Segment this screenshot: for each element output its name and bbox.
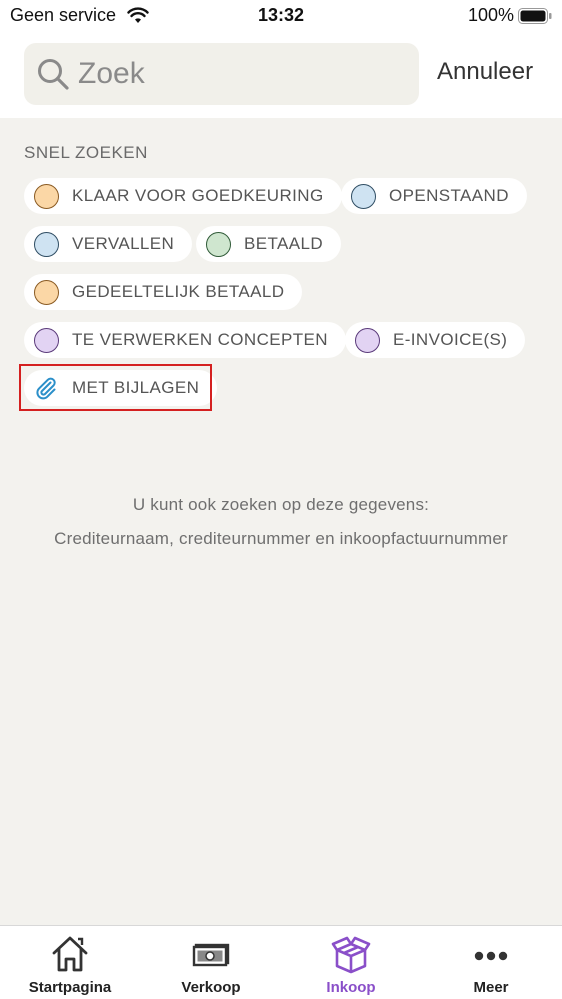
chip-label: OPENSTAAND (389, 186, 509, 205)
search-header: Annuleer (0, 32, 562, 118)
chip-label: E-INVOICE(S) (393, 330, 508, 349)
tab-inkoop[interactable]: Inkoop (281, 926, 421, 999)
status-dot-icon (351, 183, 376, 209)
tab-startpagina[interactable]: Startpagina (0, 926, 140, 999)
highlight-box (19, 364, 212, 411)
tab-label: Meer (473, 979, 509, 996)
tab-bar: Startpagina Verkoop Inkoop Meer (0, 925, 562, 999)
search-icon (38, 59, 69, 90)
battery-percentage: 100% (467, 5, 514, 25)
banknote-icon (192, 943, 230, 967)
chip-te-verwerken-concepten[interactable]: TE VERWERKEN CONCEPTEN (24, 322, 346, 358)
chip-label: KLAAR VOOR GOEDKEURING (72, 186, 324, 205)
tab-label: Inkoop (326, 979, 376, 996)
home-icon (52, 936, 88, 972)
chip-gedeeltelijk-betaald[interactable]: GEDEELTELIJK BETAALD (24, 274, 303, 310)
hint-line-1: U kunt ook zoeken op deze gegevens: (132, 495, 430, 514)
status-dot-icon (34, 231, 59, 257)
status-dot-icon (34, 327, 59, 353)
hint-line-2: Crediteurnaam, crediteurnummer en inkoop… (54, 529, 508, 548)
status-dot-icon (34, 183, 59, 209)
status-dot-icon (355, 327, 380, 353)
chip-label: TE VERWERKEN CONCEPTEN (72, 330, 328, 349)
chip-label: GEDEELTELIJK BETAALD (72, 282, 285, 301)
chip-klaar-voor-goedkeuring[interactable]: KLAAR VOOR GOEDKEURING (24, 178, 342, 214)
tab-verkoop[interactable]: Verkoop (141, 926, 281, 999)
tab-meer[interactable]: Meer (421, 926, 561, 999)
quick-search-title: SNEL ZOEKEN (24, 143, 148, 162)
battery-icon (518, 8, 552, 24)
box-icon (331, 936, 371, 974)
chip-betaald[interactable]: BETAALD (196, 226, 342, 262)
chip-openstaand[interactable]: OPENSTAAND (341, 178, 527, 214)
status-dot-icon (206, 231, 231, 257)
more-icon (474, 951, 508, 961)
status-dot-icon (34, 279, 59, 305)
search-box[interactable] (24, 43, 419, 105)
search-input[interactable] (78, 53, 408, 95)
chip-label: BETAALD (244, 234, 324, 253)
tab-label: Verkoop (181, 979, 241, 996)
status-bar: Geen service 13:32 100% (0, 0, 562, 32)
chip-label: VERVALLEN (72, 234, 175, 253)
cancel-button[interactable]: Annuleer (437, 58, 533, 86)
chip-vervallen[interactable]: VERVALLEN (24, 226, 193, 262)
tab-label: Startpagina (28, 979, 112, 996)
chip-e-invoices[interactable]: E-INVOICE(S) (345, 322, 526, 358)
